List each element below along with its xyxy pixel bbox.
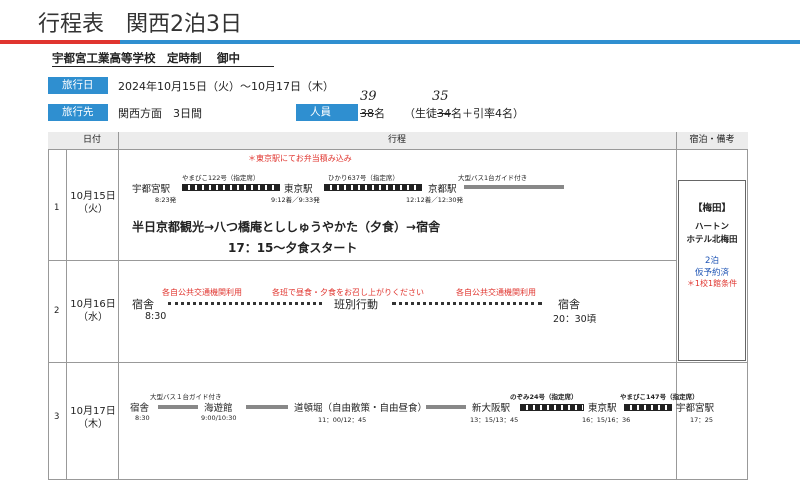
- row1-time-1: 8:23発: [155, 196, 177, 204]
- title-rule: [0, 40, 800, 44]
- row2-dots-1: [168, 302, 322, 305]
- row1-number: 1: [54, 203, 60, 213]
- dates-value: 2024年10月15日（火）～10月17日（木）: [118, 80, 334, 93]
- col-sep-stay: [676, 132, 677, 480]
- school-name: 宇都宮工業高等学校 定時制 御中: [52, 51, 241, 65]
- dates-label: 旅行日: [48, 77, 108, 94]
- row1-train-1: やまびこ122号（指定席）: [182, 174, 260, 182]
- destination-value: 関西方面 3日間: [118, 107, 202, 120]
- row3-transport-nozomi: のぞみ24号（指定席）: [510, 393, 578, 401]
- row2-number: 2: [54, 306, 60, 316]
- row3-time-4: 13：15/13：45: [470, 416, 519, 424]
- row2-note-3: 各自公共交通機関利用: [456, 288, 536, 297]
- row1-bus-line: [464, 185, 564, 189]
- row2-end-time: 20：30頃: [553, 314, 597, 325]
- row2-note-1: 各自公共交通機関利用: [162, 288, 242, 297]
- people-label: 人員: [296, 104, 358, 121]
- row3-rail-nozomi: [520, 404, 584, 411]
- destination-label: 旅行先: [48, 104, 108, 121]
- people-total-handwritten: 39: [360, 89, 377, 104]
- stay-condition: ＊1校1館条件: [686, 279, 738, 288]
- col-sep-date: [118, 132, 119, 480]
- row-sep-1: [48, 260, 676, 261]
- row2-middle: 班別行動: [334, 298, 378, 311]
- row3-rail-yamabiko: [624, 404, 672, 411]
- row3-bus-line-3: [426, 405, 466, 409]
- col-sep-no: [66, 149, 67, 480]
- row1-date-text: 10月15日: [70, 191, 116, 202]
- row2-dow: （水）: [78, 312, 108, 323]
- header-date: 日付: [82, 135, 101, 145]
- row3-station-2: 海遊館: [204, 403, 233, 414]
- table-header: 日付 行程 宿泊・備考: [48, 132, 748, 150]
- people-breakdown: （生徒34名＋引率4名）: [404, 105, 524, 121]
- people-students-old: 34: [437, 107, 451, 120]
- row3-bus-line-1: [158, 405, 198, 409]
- row3-station-5: 東京駅: [588, 403, 617, 414]
- row1-station-2: 東京駅: [284, 184, 313, 195]
- page-title: 行程表 関西2泊3日: [38, 12, 242, 37]
- row3-date: 10月17日 （木）: [68, 405, 118, 431]
- row3-station-3: 道頓堀（自由散策・自由昼食）: [294, 403, 428, 414]
- stay-hotel-2: ホテル北梅田: [686, 235, 738, 245]
- row2-start: 宿舎: [132, 298, 154, 311]
- row3-station-6: 宇都宮駅: [676, 403, 715, 414]
- people-total-old: 38: [360, 107, 374, 120]
- people-students-handwritten: 35: [432, 89, 449, 104]
- row3-time-1: 8:30: [135, 414, 150, 422]
- row3-number: 3: [54, 412, 60, 422]
- people-students-suffix: 名＋引率4名）: [451, 107, 524, 120]
- row1-sub-plan: 17：15～夕食スタート: [228, 241, 358, 255]
- row1-note: ＊東京駅にてお弁当積み込み: [248, 154, 352, 163]
- row1-main-plan: 半日京都観光→八つ橋庵とししゅうやかた（夕食）→宿舎: [132, 220, 441, 234]
- row3-time-3: 11：00/12：45: [318, 416, 367, 424]
- header-stay: 宿泊・備考: [689, 135, 735, 145]
- row-sep-2: [48, 362, 748, 363]
- row1-time-2: 9:12着／9:33発: [271, 196, 320, 204]
- header-itinerary: 行程: [387, 135, 406, 145]
- row1-station-3: 京都駅: [428, 184, 457, 195]
- row2-date-text: 10月16日: [70, 299, 116, 310]
- people-total: 38名: [360, 105, 385, 121]
- stay-nights: 2泊: [705, 256, 719, 266]
- row1-rail-1: [182, 184, 280, 191]
- row2-date: 10月16日 （水）: [68, 298, 118, 324]
- row3-time-6: 17：25: [690, 416, 714, 424]
- row3-bus-line-2: [246, 405, 288, 409]
- row2-start-time: 8:30: [145, 311, 167, 322]
- row1-station-1: 宇都宮駅: [132, 184, 171, 195]
- row3-date-text: 10月17日: [70, 406, 116, 417]
- row3-station-4: 新大阪駅: [472, 403, 511, 414]
- stay-status: 仮予約済: [694, 268, 729, 278]
- row3-time-2: 9:00/10:30: [201, 414, 237, 422]
- row3-station-1: 宿舎: [130, 403, 150, 414]
- stay-name: 【梅田】: [692, 203, 731, 214]
- people-students-prefix: （生徒: [404, 107, 437, 120]
- row1-date: 10月15日 （火）: [68, 190, 118, 216]
- row3-dow: （木）: [78, 419, 108, 430]
- row2-end: 宿舎: [558, 298, 580, 311]
- row1-rail-2: [324, 184, 422, 191]
- row1-dow: （火）: [78, 204, 108, 215]
- row1-train-3: 大型バス1台ガイド付き: [458, 174, 528, 182]
- row2-dots-2: [392, 302, 542, 305]
- school-underline: [52, 66, 274, 67]
- stay-hotel-1: ハートン: [694, 222, 729, 232]
- people-unit: 名: [374, 107, 385, 120]
- row1-train-2: ひかり637号（指定席）: [328, 174, 399, 182]
- row1-time-3: 12:12着／12:30発: [406, 196, 463, 204]
- row3-time-5: 16：15/16：36: [582, 416, 631, 424]
